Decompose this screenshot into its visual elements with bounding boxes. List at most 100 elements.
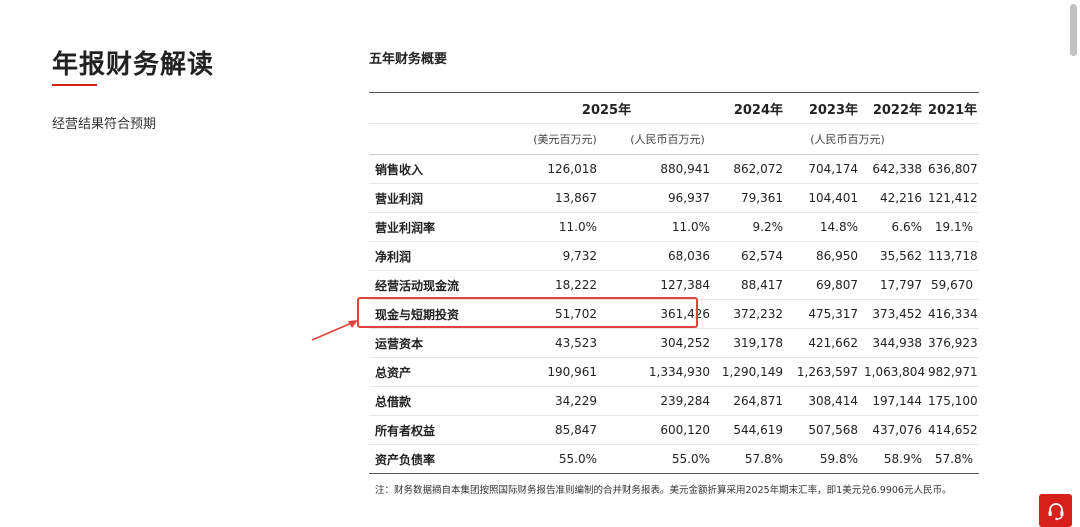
table-row: 总资产 190,961 1,334,930 1,290,149 1,263,597 1,0… — [369, 357, 979, 387]
financial-summary-table: 2025年 2024年 2023年 2022年 2021年 (美元百万元) (人… — [369, 92, 979, 474]
table-cell: 96,937 — [603, 183, 716, 213]
table-cell: 62,574 — [716, 241, 789, 271]
table-year-header-row: 2025年 2024年 2023年 2022年 2021年 — [369, 92, 979, 124]
table-cell: 42,216 — [864, 183, 928, 213]
table-cell: 880,941 — [603, 154, 716, 184]
scrollbar-thumb[interactable] — [1070, 4, 1077, 56]
table-cell: 264,871 — [716, 386, 789, 416]
customer-service-headset-icon — [1048, 502, 1063, 520]
table-cell: 6.6% — [864, 212, 928, 242]
table-cell: 14.8% — [789, 212, 864, 242]
table-cell: 544,619 — [716, 415, 789, 445]
table-cell: 600,120 — [603, 415, 716, 445]
table-row: 总借款 34,229 239,284 264,871 308,414 197,144 175… — [369, 386, 979, 416]
table-cell: 704,174 — [789, 154, 864, 184]
table-cell: 59.8% — [789, 444, 864, 474]
row-label: 营业利润率 — [369, 212, 497, 242]
row-label: 销售收入 — [369, 154, 497, 184]
row-label: 营业利润 — [369, 183, 497, 213]
table-cell: 68,036 — [603, 241, 716, 271]
table-cell: 57.8% — [716, 444, 789, 474]
scrollbar[interactable] — [1069, 0, 1078, 527]
table-row: 资产负债率 55.0% 55.0% 57.8% 59.8% 58.9% 57.8% — [369, 444, 979, 474]
table-cell: 57.8% — [928, 444, 979, 474]
table-row: 营业利润 13,867 96,937 79,361 104,401 42,216 121,4… — [369, 183, 979, 213]
table-cell: 69,807 — [789, 270, 864, 300]
table-cell: 416,334 — [928, 299, 979, 329]
row-label: 净利润 — [369, 241, 497, 271]
table-cell: 372,232 — [716, 299, 789, 329]
table-cell: 9,732 — [497, 241, 603, 271]
table-cell: 373,452 — [864, 299, 928, 329]
header-year-2021: 2021年 — [928, 92, 979, 124]
table-row: 所有者权益 85,847 600,120 544,619 507,568 437,076 4… — [369, 415, 979, 445]
table-cell: 308,414 — [789, 386, 864, 416]
table-cell: 9.2% — [716, 212, 789, 242]
table-cell: 239,284 — [603, 386, 716, 416]
table-cell: 437,076 — [864, 415, 928, 445]
row-label: 总借款 — [369, 386, 497, 416]
table-cell: 113,718 — [928, 241, 979, 271]
unit-blank — [369, 123, 497, 155]
table-cell: 58.9% — [864, 444, 928, 474]
row-label: 现金与短期投资 — [369, 299, 497, 329]
table-cell: 43,523 — [497, 328, 603, 358]
table-cell: 982,971 — [928, 357, 979, 387]
table-cell: 421,662 — [789, 328, 864, 358]
page: 年报财务解读 经营结果符合预期 五年财务概要 2025年 2024年 2023年 — [0, 0, 1080, 527]
table-cell: 17,797 — [864, 270, 928, 300]
header-blank — [369, 92, 497, 124]
table-cell: 1,290,149 — [716, 357, 789, 387]
table-cell: 34,229 — [497, 386, 603, 416]
header-year-2024: 2024年 — [716, 92, 789, 124]
table-cell: 190,961 — [497, 357, 603, 387]
table-row: 销售收入 126,018 880,941 862,072 704,174 642,338 6… — [369, 154, 979, 184]
unit-rmb-millions-history: (人民币百万元) — [716, 123, 979, 155]
table-row: 营业利润率 11.0% 11.0% 9.2% 14.8% 6.6% 19.1% — [369, 212, 979, 242]
support-button[interactable] — [1039, 494, 1072, 527]
table-cell: 85,847 — [497, 415, 603, 445]
table-cell: 126,018 — [497, 154, 603, 184]
table-cell: 636,807 — [928, 154, 979, 184]
row-label: 运营资本 — [369, 328, 497, 358]
footnote: 注：财务数据摘自本集团按照国际财务报告准则编制的合并财务报表。美元金额折算采用2… — [375, 485, 952, 496]
table-cell: 319,178 — [716, 328, 789, 358]
table-cell: 414,652 — [928, 415, 979, 445]
table-cell: 59,670 — [928, 270, 979, 300]
table-row: 净利润 9,732 68,036 62,574 86,950 35,562 113,718 — [369, 241, 979, 271]
table-cell: 18,222 — [497, 270, 603, 300]
table-cell: 862,072 — [716, 154, 789, 184]
table-cell: 376,923 — [928, 328, 979, 358]
table-row: 经营活动现金流 18,222 127,384 88,417 69,807 17,797 59… — [369, 270, 979, 300]
row-label: 所有者权益 — [369, 415, 497, 445]
table-cell: 86,950 — [789, 241, 864, 271]
table-cell: 507,568 — [789, 415, 864, 445]
header-year-2023: 2023年 — [789, 92, 864, 124]
table-cell: 11.0% — [603, 212, 716, 242]
header-year-2022: 2022年 — [864, 92, 928, 124]
unit-rmb-millions: (人民币百万元) — [603, 123, 716, 155]
table-cell: 104,401 — [789, 183, 864, 213]
table-body: 销售收入 126,018 880,941 862,072 704,174 642,338 6… — [369, 154, 979, 474]
table-cell: 197,144 — [864, 386, 928, 416]
table-cell: 51,702 — [497, 299, 603, 329]
table-row: 现金与短期投资 51,702 361,426 372,232 475,317 373,45… — [369, 299, 979, 329]
table-cell: 11.0% — [497, 212, 603, 242]
row-label: 经营活动现金流 — [369, 270, 497, 300]
table-cell: 55.0% — [603, 444, 716, 474]
header-year-2025: 2025年 — [497, 92, 716, 124]
title-underline — [52, 84, 97, 86]
table-unit-header-row: (美元百万元) (人民币百万元) (人民币百万元) — [369, 123, 979, 155]
table-cell: 121,412 — [928, 183, 979, 213]
table-cell: 79,361 — [716, 183, 789, 213]
arrow-icon — [311, 320, 358, 341]
table-cell: 13,867 — [497, 183, 603, 213]
table-cell: 175,100 — [928, 386, 979, 416]
unit-usd-millions: (美元百万元) — [497, 123, 603, 155]
table-cell: 35,562 — [864, 241, 928, 271]
table-cell: 55.0% — [497, 444, 603, 474]
row-label: 资产负债率 — [369, 444, 497, 474]
table-cell: 1,063,804 — [864, 357, 928, 387]
table-row: 运营资本 43,523 304,252 319,178 421,662 344,938 37… — [369, 328, 979, 358]
table-cell: 88,417 — [716, 270, 789, 300]
